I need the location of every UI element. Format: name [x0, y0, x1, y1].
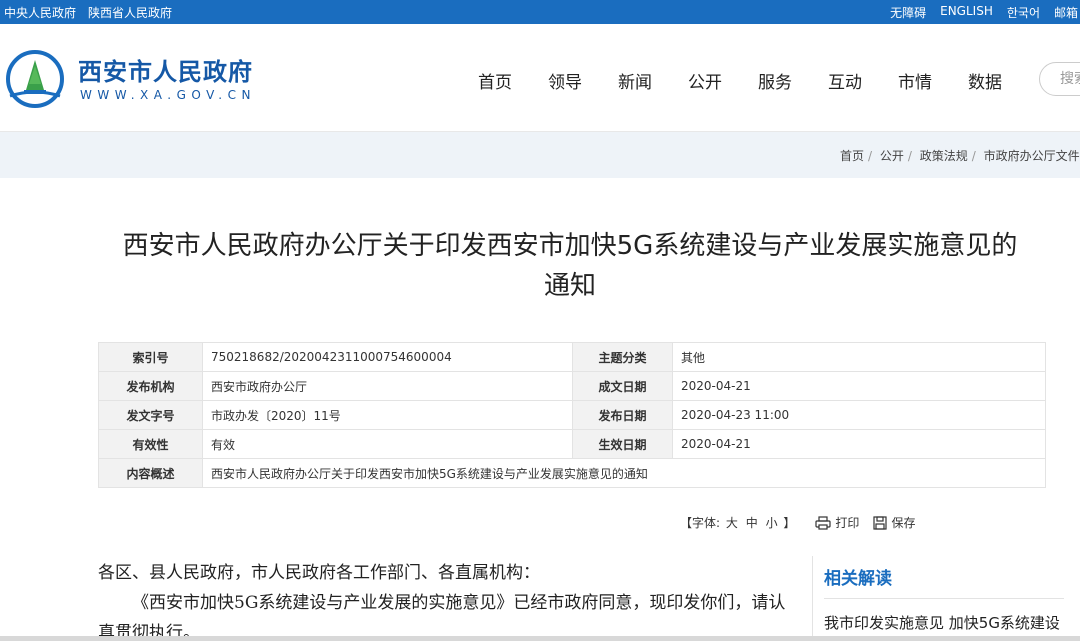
print-button[interactable]: 打印: [815, 514, 859, 531]
nav-leaders[interactable]: 领导: [548, 68, 618, 93]
nav-city-info[interactable]: 市情: [898, 68, 968, 93]
article-title-line2: 通知: [543, 271, 596, 301]
breadcrumb-public[interactable]: 公开: [880, 149, 904, 163]
table-row: 有效性 有效 生效日期 2020-04-21: [98, 429, 1046, 459]
font-size-medium[interactable]: 中: [746, 516, 758, 530]
main-nav: 首页 领导 新闻 公开 服务 互动 市情 数据: [478, 68, 1038, 93]
info-value: 750218682/2020042311000754600004: [202, 342, 573, 372]
info-value: 市政办发〔2020〕11号: [202, 400, 573, 430]
nav-public[interactable]: 公开: [688, 68, 758, 93]
save-button[interactable]: 保存: [873, 514, 915, 531]
top-bar: 中央人民政府 陕西省人民政府 无障碍 ENGLISH 한국어 邮箱: [0, 0, 1080, 24]
info-label: 发布日期: [572, 400, 673, 430]
info-value: 其他: [672, 342, 1046, 372]
save-label: 保存: [891, 516, 916, 530]
site-header: 西安市人民政府 WWW.XA.GOV.CN 首页 领导 新闻 公开 服务 互动 …: [0, 24, 1080, 132]
link-accessibility[interactable]: 无障碍: [890, 4, 926, 21]
info-value: 西安市政府办公厅: [202, 371, 573, 401]
breadcrumb-separator: /: [907, 149, 912, 163]
nav-home[interactable]: 首页: [478, 68, 548, 93]
link-central-gov[interactable]: 中央人民政府: [4, 4, 76, 21]
site-name[interactable]: 西安市人民政府: [78, 52, 253, 87]
breadcrumb-home[interactable]: 首页: [840, 149, 864, 163]
font-size-small[interactable]: 小: [766, 516, 778, 530]
info-value: 有效: [202, 429, 573, 459]
info-label: 生效日期: [572, 429, 673, 459]
link-english[interactable]: ENGLISH: [940, 4, 993, 21]
font-size-suffix: 】: [783, 516, 796, 530]
table-row: 发布机构 西安市政府办公厅 成文日期 2020-04-21: [98, 371, 1046, 401]
article-title: 西安市人民政府办公厅关于印发西安市加快5G系统建设与产业发展实施意见的 通知: [60, 226, 1080, 306]
related-reading-link[interactable]: 我市印发实施意见 加快5G系统建设: [824, 612, 1060, 633]
table-row: 索引号 750218682/2020042311000754600004 主题分…: [98, 342, 1046, 372]
info-value: 2020-04-23 11:00: [672, 400, 1046, 430]
window-bottom-edge: [0, 636, 1080, 641]
printer-icon: [815, 515, 832, 530]
info-label: 有效性: [98, 429, 203, 459]
top-bar-left: 中央人民政府 陕西省人民政府: [4, 4, 172, 21]
city-emblem-icon: [6, 50, 64, 108]
print-label: 打印: [835, 516, 860, 530]
breadcrumb: 首页 / 公开 / 政策法规 / 市政府办公厅文件: [840, 147, 1080, 164]
nav-interaction[interactable]: 互动: [828, 68, 898, 93]
info-label: 内容概述: [98, 458, 203, 488]
link-korean[interactable]: 한국어: [1007, 4, 1040, 21]
article-body: 各区、县人民政府，市人民政府各工作部门、各直属机构： 《西安市加快5G系统建设与…: [98, 558, 798, 641]
related-divider: [824, 598, 1064, 599]
info-value: 2020-04-21: [672, 429, 1046, 459]
document-info-table: 索引号 750218682/2020042311000754600004 主题分…: [98, 342, 1046, 488]
info-label: 主题分类: [572, 342, 673, 372]
site-url: WWW.XA.GOV.CN: [80, 88, 256, 102]
link-shaanxi-gov[interactable]: 陕西省人民政府: [88, 4, 172, 21]
related-readings-title: 相关解读: [824, 569, 892, 589]
breadcrumb-band: 首页 / 公开 / 政策法规 / 市政府办公厅文件: [0, 132, 1080, 178]
info-label: 发文字号: [98, 400, 203, 430]
body-paragraph: 《西安市加快5G系统建设与产业发展的实施意见》已经市政府同意，现印发你们，请认真…: [98, 593, 786, 641]
info-summary: 西安市人民政府办公厅关于印发西安市加快5G系统建设与产业发展实施意见的通知: [202, 458, 1046, 488]
breadcrumb-separator: /: [971, 149, 976, 163]
breadcrumb-policy[interactable]: 政策法规: [920, 149, 968, 163]
info-label: 成文日期: [572, 371, 673, 401]
article-tools: 【字体: 大 中 小 】 打印 保存: [680, 514, 929, 531]
article-title-line1: 西安市人民政府办公厅关于印发西安市加快5G系统建设与产业发展实施意见的: [122, 231, 1018, 261]
font-size-prefix: 【字体:: [680, 516, 721, 530]
table-row: 内容概述 西安市人民政府办公厅关于印发西安市加快5G系统建设与产业发展实施意见的…: [98, 458, 1046, 488]
table-row: 发文字号 市政办发〔2020〕11号 发布日期 2020-04-23 11:00: [98, 400, 1046, 430]
related-readings-panel: 相关解读 我市印发实施意见 加快5G系统建设: [812, 556, 1080, 641]
info-value: 2020-04-21: [672, 371, 1046, 401]
nav-services[interactable]: 服务: [758, 68, 828, 93]
font-size-large[interactable]: 大: [726, 516, 738, 530]
top-bar-right: 无障碍 ENGLISH 한국어 邮箱: [890, 4, 1078, 21]
save-icon: [873, 515, 888, 530]
info-label: 发布机构: [98, 371, 203, 401]
body-paragraph-salutation: 各区、县人民政府，市人民政府各工作部门、各直属机构：: [98, 563, 540, 583]
search-input[interactable]: 搜索: [1039, 62, 1080, 96]
font-size-control: 【字体: 大 中 小 】: [680, 514, 795, 531]
nav-data[interactable]: 数据: [968, 68, 1038, 93]
info-label: 索引号: [98, 342, 203, 372]
breadcrumb-separator: /: [868, 149, 873, 163]
link-mail[interactable]: 邮箱: [1054, 4, 1078, 21]
nav-news[interactable]: 新闻: [618, 68, 688, 93]
breadcrumb-office-docs[interactable]: 市政府办公厅文件: [984, 149, 1080, 163]
